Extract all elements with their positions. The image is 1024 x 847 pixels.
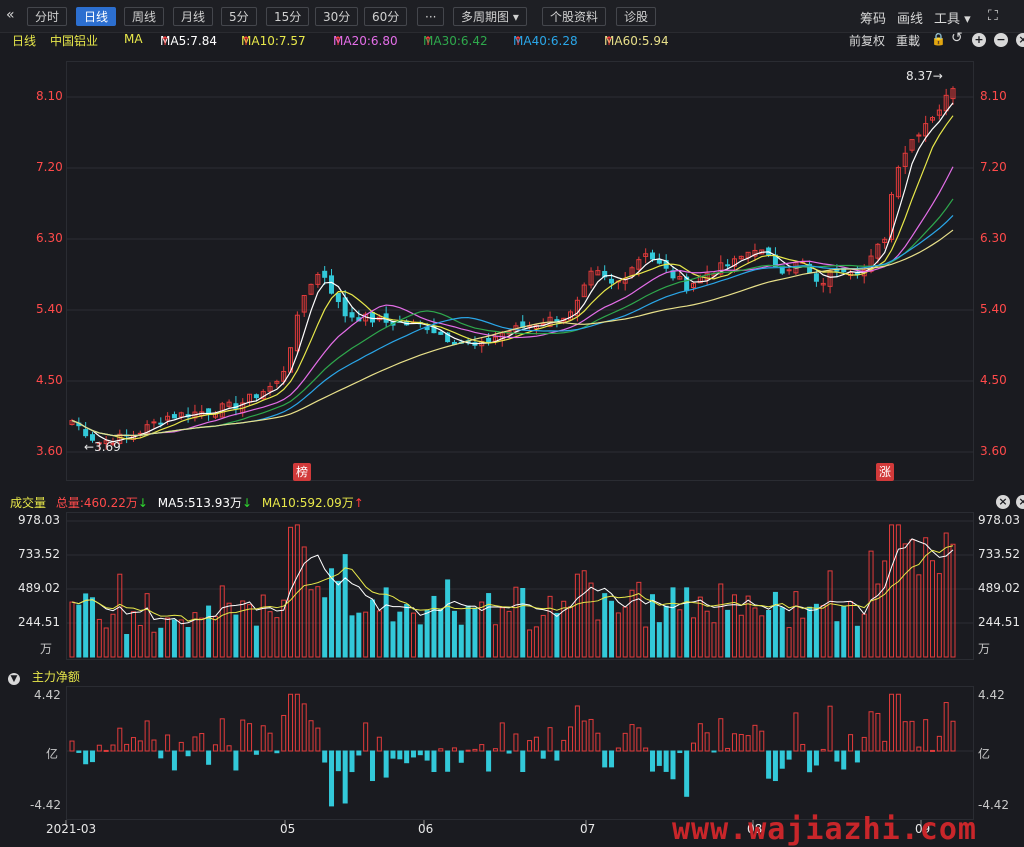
- high-price-marker: 8.37→: [906, 69, 943, 83]
- volume-axis-label: 978.03: [18, 513, 60, 527]
- candle-body: [322, 270, 328, 278]
- candle-body: [609, 278, 615, 284]
- ma40-line: [71, 214, 954, 437]
- date-label: 07: [580, 822, 596, 836]
- flow-axis-mid-left: 亿: [46, 747, 59, 761]
- low-price-marker: ←3.69: [84, 440, 121, 454]
- candle-body: [486, 337, 492, 344]
- volume-axis-label: 244.51: [978, 614, 1020, 629]
- candle-body: [329, 275, 335, 294]
- candle-body: [158, 422, 164, 425]
- candle-body: [438, 331, 444, 335]
- flow-axis-top-right: 4.42: [978, 688, 1005, 702]
- candle-body: [349, 312, 355, 318]
- candle-body: [83, 429, 89, 437]
- candle-body: [786, 269, 792, 272]
- volume-close-icon-2[interactable]: ×: [1016, 495, 1024, 509]
- candle-body: [650, 252, 656, 260]
- watermark: www.wajiazhi.com: [672, 812, 977, 847]
- ma30-line: [71, 198, 954, 437]
- ma20-line: [71, 166, 954, 437]
- volume-axis-label: 733.52: [18, 547, 60, 561]
- volume-axis-label: 244.51: [18, 614, 60, 629]
- candle-body: [656, 259, 662, 264]
- candle-body: [151, 421, 157, 424]
- date-label: 05: [280, 822, 296, 836]
- candle-body: [369, 312, 375, 323]
- limit-up-badge[interactable]: 涨: [876, 463, 894, 481]
- flow-axis-bottom-right: -4.42: [978, 798, 1010, 812]
- candle-body: [171, 414, 177, 419]
- volume-axis-label: 489.02: [18, 580, 60, 595]
- collapse-icon[interactable]: ▼: [8, 673, 20, 685]
- candle-body: [725, 264, 731, 267]
- ranking-badge[interactable]: 榜: [293, 463, 311, 481]
- volume-unit-left: 万: [40, 642, 53, 656]
- candle-body: [253, 394, 259, 399]
- volume-header: 成交量 总量:460.22万↓ MA5:513.93万↓ MA10:592.09…: [10, 494, 364, 511]
- volume-axis-label: 978.03: [978, 513, 1020, 527]
- ma10-line: [71, 115, 954, 440]
- flow-axis-top-left: 4.42: [34, 688, 61, 702]
- candle-body: [342, 297, 348, 317]
- volume-unit-right: 万: [978, 642, 991, 656]
- flow-header: ▼ 主力净额: [8, 668, 80, 685]
- volume-total: 总量:460.22万↓: [55, 496, 148, 510]
- volume-axis-label: 733.52: [978, 547, 1020, 561]
- ma5-line: [71, 102, 954, 443]
- flow-axis-bottom-left: -4.42: [30, 798, 62, 812]
- volume-axis-label: 489.02: [978, 580, 1020, 595]
- volume-title: 成交量: [10, 496, 47, 510]
- date-label: 06: [418, 822, 434, 836]
- candle-body: [335, 293, 341, 303]
- flow-panel: [66, 686, 974, 820]
- volume-ma5: MA5:513.93万↓: [157, 496, 253, 510]
- flow-axis-mid-right: 亿: [978, 747, 991, 761]
- volume-ma10: MA10:592.09万↑: [261, 496, 364, 510]
- date-label: 2021-03: [46, 822, 97, 836]
- volume-panel: [66, 512, 974, 660]
- volume-close-icon[interactable]: ×: [996, 495, 1010, 509]
- flow-title: 主力净额: [31, 670, 80, 684]
- candle-body: [813, 273, 819, 282]
